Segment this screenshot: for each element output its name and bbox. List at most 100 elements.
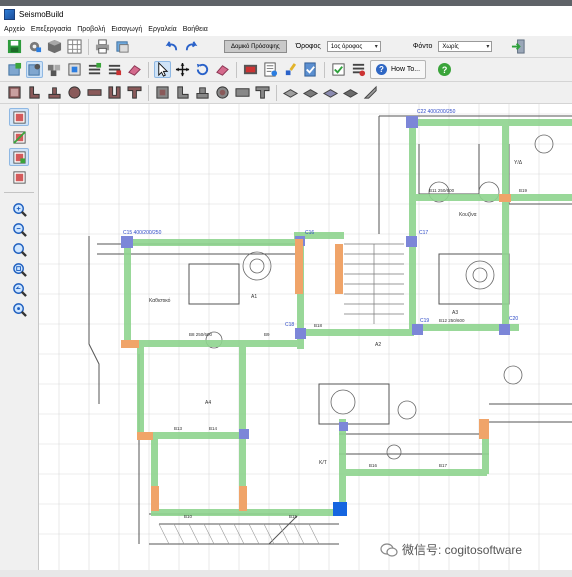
- materials-button[interactable]: [46, 61, 63, 78]
- beam-b18[interactable]: [149, 432, 244, 439]
- zoom-fit-button[interactable]: [9, 240, 29, 258]
- column-c15[interactable]: [121, 236, 133, 248]
- eraser-button[interactable]: [126, 61, 143, 78]
- beam-b16[interactable]: [137, 340, 144, 440]
- detail-view-button[interactable]: [9, 168, 29, 186]
- t-column-button[interactable]: [46, 84, 63, 101]
- verify-button[interactable]: [330, 61, 347, 78]
- help-button[interactable]: ?: [436, 61, 453, 78]
- beam-b13[interactable]: [502, 119, 509, 329]
- column-c23[interactable]: [339, 422, 348, 431]
- column-c24[interactable]: [335, 244, 343, 294]
- results-button[interactable]: [350, 61, 367, 78]
- menu-tools[interactable]: Εργαλεία: [148, 26, 176, 33]
- section-button[interactable]: [66, 61, 83, 78]
- column-c19[interactable]: [412, 324, 423, 335]
- slab-button[interactable]: [282, 84, 299, 101]
- zoom-window-button[interactable]: [9, 260, 29, 278]
- menu-file[interactable]: Αρχείο: [4, 26, 25, 33]
- column-c29[interactable]: [151, 486, 159, 511]
- column-c18[interactable]: [295, 328, 306, 339]
- background-select[interactable]: Χωρίς ▾: [438, 41, 493, 52]
- column-c17[interactable]: [406, 236, 417, 247]
- erase-tool-button[interactable]: [214, 61, 231, 78]
- wall-button[interactable]: [86, 84, 103, 101]
- t-jacket-button[interactable]: [194, 84, 211, 101]
- circular-jacket-button[interactable]: [214, 84, 231, 101]
- menu-edit[interactable]: Επεξεργασία: [31, 26, 71, 33]
- model-3d-button[interactable]: [46, 38, 63, 55]
- zoom-all-button[interactable]: [9, 300, 29, 318]
- beam-b11[interactable]: [409, 119, 572, 126]
- export-button[interactable]: [114, 38, 131, 55]
- slab-3-button[interactable]: [322, 84, 339, 101]
- wall-jacket-button[interactable]: [234, 84, 251, 101]
- beam-b14[interactable]: [409, 194, 572, 201]
- beam-b21[interactable]: [339, 419, 346, 514]
- l-jacket-button[interactable]: [174, 84, 191, 101]
- brush-button[interactable]: [282, 61, 299, 78]
- new-building-button[interactable]: [6, 61, 23, 78]
- beams[interactable]: [124, 119, 572, 516]
- report-button[interactable]: [262, 61, 279, 78]
- column-c27[interactable]: [137, 432, 153, 440]
- elevation-view-button[interactable]: [9, 128, 29, 146]
- beam-b12[interactable]: [409, 119, 416, 329]
- beam-jacket-button[interactable]: [254, 84, 271, 101]
- zoom-in-button[interactable]: [9, 200, 29, 218]
- t-beam-button[interactable]: [126, 84, 143, 101]
- zoom-previous-button[interactable]: [9, 280, 29, 298]
- rect-column-button[interactable]: [6, 84, 23, 101]
- beam-b8[interactable]: [124, 239, 299, 246]
- tools-toolbar: ? How To... ?: [0, 58, 572, 82]
- analysis-button[interactable]: [242, 61, 259, 78]
- grid-button[interactable]: [66, 38, 83, 55]
- column-c21[interactable]: [239, 429, 249, 439]
- checks-button[interactable]: [302, 61, 319, 78]
- view-mode-button[interactable]: Δομικό Πρόσοψης: [224, 40, 287, 53]
- column-c25[interactable]: [499, 194, 511, 202]
- menu-insert[interactable]: Εισαγωγή: [111, 26, 142, 33]
- plan-view-button[interactable]: [9, 108, 29, 126]
- column-c26[interactable]: [121, 340, 139, 348]
- beam-b24[interactable]: [299, 329, 414, 336]
- undo-button[interactable]: [163, 38, 180, 55]
- slab-4-button[interactable]: [342, 84, 359, 101]
- floor-select[interactable]: 1ος όροφος ▾: [326, 41, 381, 52]
- beam-label: B17: [439, 463, 448, 468]
- redo-button[interactable]: [183, 38, 200, 55]
- slab-2-button[interactable]: [302, 84, 319, 101]
- column-selected[interactable]: [333, 502, 347, 516]
- jacket-button[interactable]: [154, 84, 171, 101]
- u-section-button[interactable]: [106, 84, 123, 101]
- section-view-button[interactable]: [9, 148, 29, 166]
- print-button[interactable]: [94, 38, 111, 55]
- column-c28[interactable]: [479, 419, 489, 439]
- exit-button[interactable]: [510, 38, 527, 55]
- circular-column-button[interactable]: [66, 84, 83, 101]
- zoom-out-button[interactable]: [9, 220, 29, 238]
- menu-help[interactable]: Βοήθεια: [183, 26, 208, 33]
- slabs-button[interactable]: [106, 61, 123, 78]
- settings-button[interactable]: [26, 38, 43, 55]
- stair-button[interactable]: [362, 84, 379, 101]
- column-c20[interactable]: [499, 324, 510, 335]
- beam-b9[interactable]: [124, 239, 131, 344]
- save-button[interactable]: [6, 38, 23, 55]
- select-tool-button[interactable]: [154, 61, 171, 78]
- building-settings-button[interactable]: [26, 61, 43, 78]
- column-c22[interactable]: [406, 116, 418, 128]
- column-c16-edge[interactable]: [295, 239, 303, 294]
- beam-b15[interactable]: [139, 340, 299, 347]
- rotate-tool-button[interactable]: [194, 61, 211, 78]
- floor-plan[interactable]: C15 400/200/250 C22 400/200/250 C16 C19 …: [39, 104, 572, 570]
- l-column-button[interactable]: [26, 84, 43, 101]
- columns[interactable]: [121, 116, 511, 516]
- loads-button[interactable]: [86, 61, 103, 78]
- column-c30[interactable]: [239, 486, 247, 511]
- menu-view[interactable]: Προβολή: [77, 26, 105, 33]
- drawing-canvas[interactable]: C15 400/200/250 C22 400/200/250 C16 C19 …: [39, 104, 572, 570]
- move-tool-button[interactable]: [174, 61, 191, 78]
- beam-b22[interactable]: [339, 469, 487, 476]
- how-to-button[interactable]: ? How To...: [370, 60, 427, 79]
